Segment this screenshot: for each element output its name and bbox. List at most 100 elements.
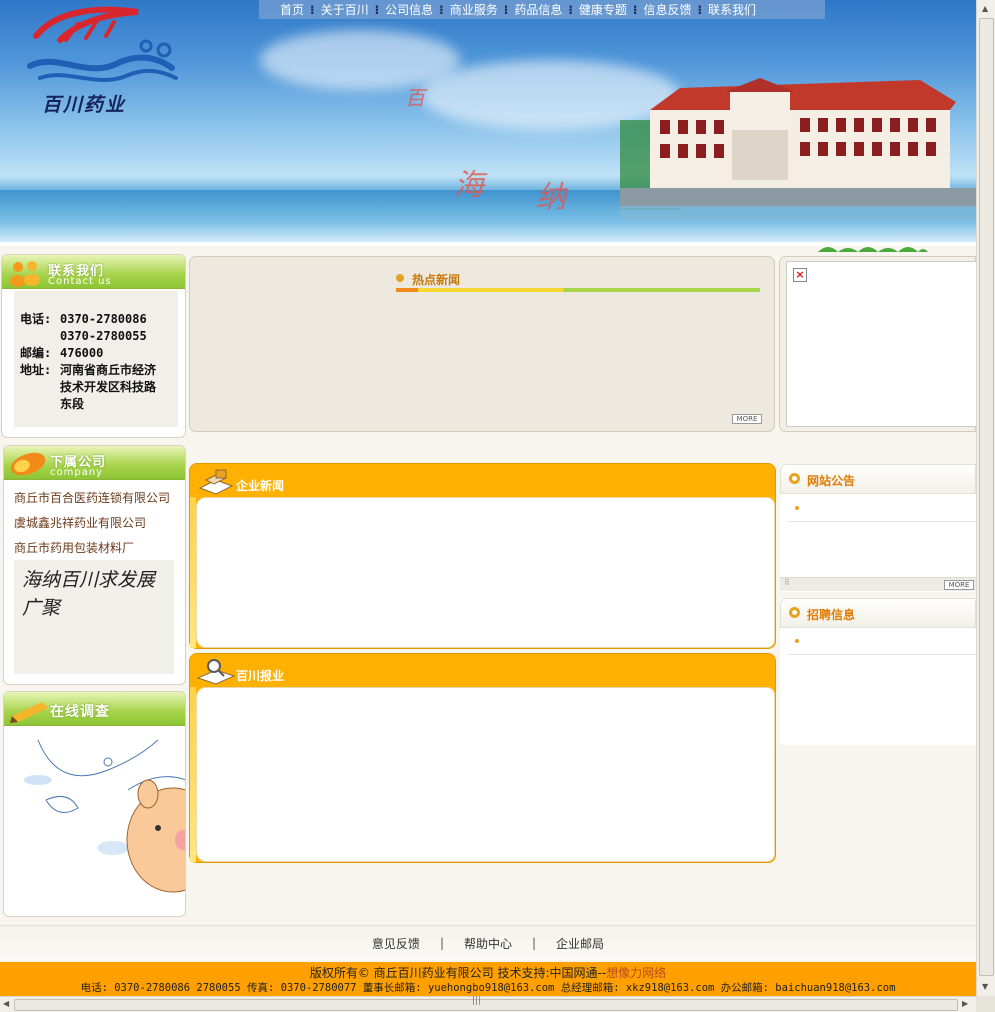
copyright-text: 版权所有© 商丘百川药业有限公司 技术支持:中国网通-- — [309, 966, 607, 980]
bullet-icon — [795, 639, 799, 643]
phone-2: 0370-2780055 — [60, 329, 147, 343]
hot-news-more-button[interactable]: MORE — [732, 414, 762, 424]
vertical-scroll-thumb[interactable] — [979, 18, 994, 976]
grip-icon: ||| — [472, 996, 482, 1006]
nav-company-info[interactable]: 公司信息 — [382, 1, 436, 18]
nav-separator: ⁝ — [697, 2, 703, 17]
notice-more-button[interactable]: MORE — [944, 580, 974, 590]
company-subtitle: company — [50, 467, 104, 478]
bullet-icon — [795, 506, 799, 510]
ad-box: × — [779, 256, 978, 432]
jobs-section: 招聘信息 — [780, 598, 976, 745]
nav-separator: ⁝ — [568, 2, 573, 17]
divider — [788, 654, 976, 655]
grass-decoration — [818, 247, 928, 252]
contact-header: 联系我们 Contact us — [2, 255, 185, 289]
footer-links: 意见反馈 | 帮助中心 | 企业邮局 — [0, 925, 976, 960]
nav-drug-info[interactable]: 药品信息 — [511, 1, 565, 18]
divider — [788, 521, 976, 522]
nav-separator: ⁝ — [632, 2, 638, 17]
cartoon-image — [8, 730, 185, 908]
ring-icon — [789, 473, 800, 484]
address-line: 技术开发区科技路 — [60, 380, 157, 394]
slogan-char: 纳 — [536, 180, 566, 215]
logo-text: 百川药业 — [42, 94, 127, 116]
newspaper-box: 百川报业 — [189, 653, 776, 863]
company-link[interactable]: 虞城鑫兆祥药业有限公司 — [14, 511, 179, 536]
horizontal-scrollbar[interactable]: ◀ ||| ▶ — [0, 996, 976, 1012]
header-banner: 百川药业 百 海 纳 川 首页 ⁝ 关于百川 ⁝ 公 — [0, 0, 976, 244]
company-list: 商丘市百合医药连锁有限公司 虞城鑫兆祥药业有限公司 商丘市药用包装材料厂 — [14, 486, 179, 561]
contact-panel: 联系我们 Contact us 电话: 0370-2780086 0370-278… — [1, 254, 186, 438]
corp-news-title: 企业新闻 — [236, 479, 285, 493]
contact-line: 电话: 0370-2780086 2780055 传真: 0370-278007… — [80, 982, 896, 994]
newspaper-title: 百川报业 — [236, 669, 285, 683]
pencil-icon — [10, 702, 48, 723]
nav-about[interactable]: 关于百川 — [318, 1, 372, 18]
footer-link-mail[interactable]: 企业邮局 — [536, 935, 624, 952]
phone-label: 电话: — [20, 312, 52, 326]
bullet-icon — [396, 274, 404, 282]
nav-separator: ⁝ — [374, 2, 380, 17]
tech-support-link[interactable]: 想像力网络 — [606, 966, 666, 980]
notice-title: 网站公告 — [807, 474, 856, 488]
corp-news-box: 企业新闻 — [189, 463, 776, 649]
ad-image-frame: × — [786, 261, 978, 427]
footer-link-feedback[interactable]: 意见反馈 — [352, 935, 440, 952]
nav-separator: ⁝ — [503, 2, 509, 17]
corp-news-content — [196, 497, 775, 648]
nav-separator: ⁝ — [310, 2, 315, 17]
company-header: 下属公司 company — [4, 446, 185, 480]
newspaper-content — [196, 687, 775, 862]
nav-feedback[interactable]: 信息反馈 — [640, 1, 694, 18]
scroll-left-icon[interactable]: ◀ — [3, 999, 9, 1008]
calligraphy-image: 海纳百川求发展 广聚 — [14, 560, 174, 674]
book-icon — [198, 469, 234, 495]
address-line: 东段 — [60, 397, 85, 411]
survey-title: 在线调查 — [50, 704, 110, 720]
survey-panel: 在线调查 — [3, 691, 186, 917]
company-link[interactable]: 商丘市药用包装材料厂 — [14, 536, 179, 561]
nav-home[interactable]: 首页 — [277, 1, 307, 18]
notice-header: 网站公告 — [780, 464, 976, 494]
address-line: 河南省商丘市经济 — [60, 363, 157, 377]
building-image — [620, 78, 976, 220]
jobs-title: 招聘信息 — [807, 608, 856, 622]
broken-image-icon: × — [793, 268, 807, 282]
calligraphy-line: 海纳百川求发展 — [22, 569, 156, 591]
main-nav: 首页 ⁝ 关于百川 ⁝ 公司信息 ⁝ 商业服务 ⁝ 药品信息 ⁝ 健康专题 ⁝ … — [259, 0, 825, 19]
people-icon — [10, 261, 40, 287]
company-link[interactable]: 商丘市百合医药连锁有限公司 — [14, 486, 179, 511]
scroll-right-icon[interactable]: ▶ — [962, 999, 968, 1008]
nav-business[interactable]: 商业服务 — [447, 1, 501, 18]
hot-news-box: 热点新闻 MORE — [189, 256, 775, 432]
footer-link-help[interactable]: 帮助中心 — [444, 935, 532, 952]
slogan-char: 海 — [454, 168, 484, 203]
vertical-scrollbar[interactable]: ▲ ▼ — [976, 0, 995, 996]
hot-news-title: 热点新闻 — [412, 273, 461, 287]
nav-health[interactable]: 健康专题 — [576, 1, 630, 18]
zip-code: 476000 — [60, 346, 104, 360]
company-panel: 下属公司 company 商丘市百合医药连锁有限公司 虞城鑫兆祥药业有限公司 商… — [3, 445, 186, 685]
notice-section: 网站公告 ⠿ MORE — [780, 464, 976, 592]
horizontal-scroll-thumb[interactable] — [14, 999, 958, 1011]
ring-icon — [789, 607, 800, 618]
footer-info: 版权所有© 商丘百川药业有限公司 技术支持:中国网通--想像力网络 电话: 03… — [0, 962, 976, 996]
slogan-char: 百 — [405, 86, 425, 110]
nav-contact[interactable]: 联系我们 — [705, 1, 759, 18]
copyright-line: 版权所有© 商丘百川药业有限公司 技术支持:中国网通--想像力网络 — [0, 964, 976, 981]
dots-icon: ⠿ — [784, 578, 790, 587]
hot-news-underline — [396, 288, 760, 292]
contact-info: 电话: 0370-2780086 0370-2780055 邮编: 476000 地… — [14, 291, 178, 427]
notice-footer: ⠿ MORE — [780, 577, 976, 591]
scroll-down-icon[interactable]: ▼ — [982, 982, 988, 991]
capsule-icon — [10, 452, 46, 476]
scrollbar-corner — [976, 996, 995, 1012]
nav-separator: ⁝ — [439, 2, 444, 17]
jobs-header: 招聘信息 — [780, 598, 976, 628]
zip-label: 邮编: — [20, 346, 52, 360]
contact-subtitle: Contact us — [48, 276, 112, 287]
survey-header: 在线调查 — [4, 692, 185, 726]
scroll-up-icon[interactable]: ▲ — [982, 4, 988, 13]
calligraphy-line: 广聚 — [22, 597, 61, 619]
